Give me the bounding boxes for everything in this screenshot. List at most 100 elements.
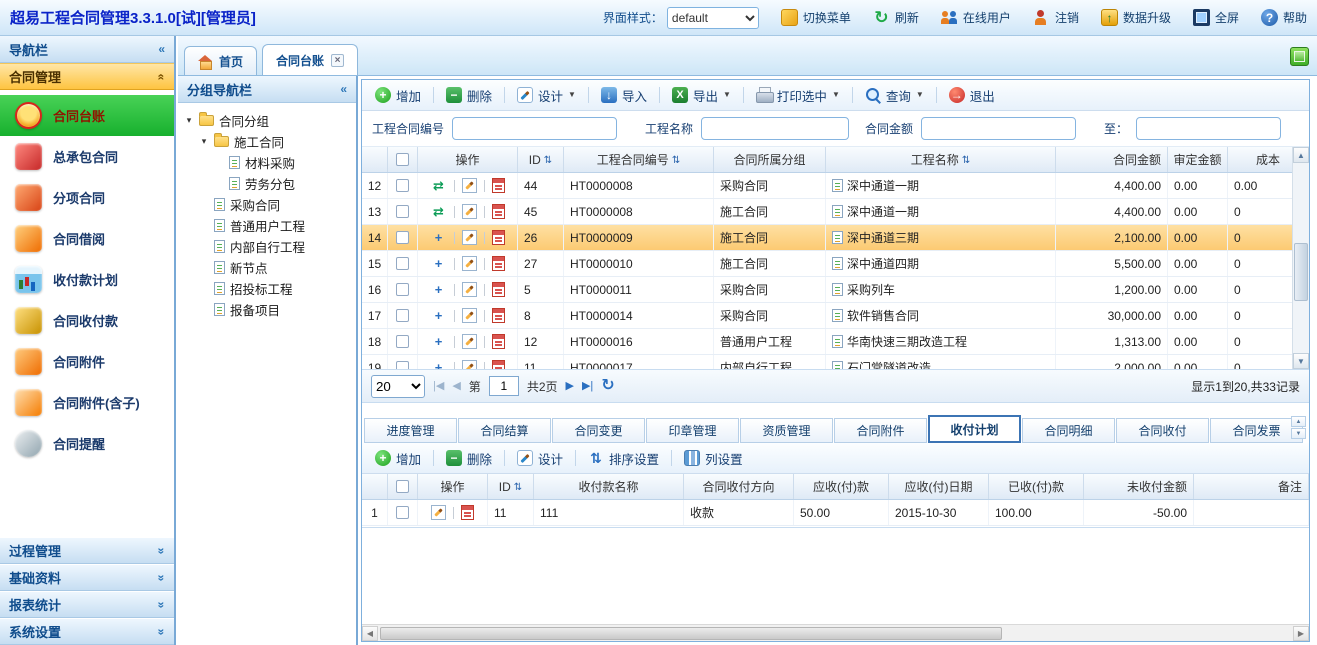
sidebar-item-contract-borrow[interactable]: 合同借阅 xyxy=(0,218,174,259)
style-select[interactable]: default xyxy=(667,7,759,29)
sidebar-item-general-contract[interactable]: 总承包合同 xyxy=(0,136,174,177)
hscroll-track[interactable] xyxy=(378,626,1293,641)
last-page-button[interactable] xyxy=(582,381,593,392)
delete-icon[interactable] xyxy=(492,308,505,323)
sub-add-button[interactable]: 增加 xyxy=(370,446,426,471)
amount-to-input[interactable] xyxy=(1136,117,1281,140)
tree-node[interactable]: 劳务分包 xyxy=(180,173,354,194)
group-nav-header[interactable]: 分组导航栏 xyxy=(178,76,356,103)
column-header-id[interactable]: ID xyxy=(488,474,534,499)
sub-tab-payment[interactable]: 合同收付 xyxy=(1116,418,1209,443)
edit-icon[interactable] xyxy=(462,308,477,323)
tree-node[interactable]: 内部自行工程 xyxy=(180,236,354,257)
edit-icon[interactable] xyxy=(462,256,477,271)
sub-design-button[interactable]: 设计 xyxy=(512,446,568,471)
tree-node[interactable]: 采购合同 xyxy=(180,194,354,215)
table-row[interactable]: 1426HT0000009施工合同深中通道三期2,100.000.000 xyxy=(362,225,1309,251)
sub-tab-invoice[interactable]: 合同发票 xyxy=(1210,418,1303,443)
hscroll-thumb[interactable] xyxy=(380,627,1002,640)
tree-node[interactable]: 施工合同 xyxy=(180,131,354,152)
sub-tab-attachment[interactable]: 合同附件 xyxy=(834,418,927,443)
tab-contract-ledger[interactable]: 合同台账 xyxy=(262,44,358,75)
logout-button[interactable]: 注销 xyxy=(1033,9,1079,26)
sub-tab-settlement[interactable]: 合同结算 xyxy=(458,418,551,443)
contract-no-input[interactable] xyxy=(452,117,617,140)
scrollbar-thumb[interactable] xyxy=(1294,243,1308,301)
sub-tab-detail[interactable]: 合同明细 xyxy=(1022,418,1115,443)
page-size-select[interactable]: 20 xyxy=(371,375,425,398)
scroll-left-button[interactable] xyxy=(362,626,378,641)
tree-node[interactable]: 合同分组 xyxy=(180,110,354,131)
sidebar-item-contract-attachment[interactable]: 合同附件 xyxy=(0,341,174,382)
column-header-payment-name[interactable]: 收付款名称 xyxy=(534,474,684,499)
first-page-button[interactable] xyxy=(433,381,444,392)
edit-icon[interactable] xyxy=(462,360,477,369)
project-name-input[interactable] xyxy=(701,117,849,140)
refresh-button[interactable]: 刷新 xyxy=(873,9,919,26)
column-header-note[interactable]: 备注 xyxy=(1194,474,1309,499)
sidebar-section-reports[interactable]: 报表统计 xyxy=(0,591,174,618)
sidebar-item-payment-plan[interactable]: 收付款计划 xyxy=(0,259,174,300)
delete-icon[interactable] xyxy=(461,505,474,520)
amount-from-input[interactable] xyxy=(921,117,1076,140)
add-child-icon[interactable] xyxy=(431,230,447,245)
sidebar-section-process[interactable]: 过程管理 xyxy=(0,537,174,564)
edit-icon[interactable] xyxy=(431,505,446,520)
select-all-checkbox[interactable] xyxy=(396,153,409,166)
print-selected-button[interactable]: 打印选中 xyxy=(751,83,845,108)
row-checkbox[interactable] xyxy=(396,361,409,369)
table-row[interactable]: 111111收款50.002015-10-30100.00-50.00 xyxy=(362,500,1309,526)
next-page-button[interactable] xyxy=(566,381,574,392)
edit-icon[interactable] xyxy=(462,334,477,349)
collapse-node-icon[interactable] xyxy=(199,136,209,147)
collapse-node-icon[interactable] xyxy=(184,115,194,126)
sub-tab-scroll-up[interactable] xyxy=(1291,416,1306,427)
delete-button[interactable]: 删除 xyxy=(441,83,497,108)
add-child-icon[interactable] xyxy=(431,308,447,323)
tree-node[interactable]: 材料采购 xyxy=(180,152,354,173)
table-row[interactable]: 1244HT0000008采购合同深中通道一期4,400.000.000.00 xyxy=(362,173,1309,199)
sub-tab-progress[interactable]: 进度管理 xyxy=(364,418,457,443)
delete-icon[interactable] xyxy=(492,230,505,245)
column-header-contract-no[interactable]: 工程合同编号 xyxy=(564,147,714,172)
sidebar-section-contract-management[interactable]: 合同管理 xyxy=(0,63,174,90)
table-row[interactable]: 1527HT0000010施工合同深中通道四期5,500.000.000 xyxy=(362,251,1309,277)
workflow-icon[interactable] xyxy=(431,204,447,219)
column-header-approved[interactable]: 审定金额 xyxy=(1168,147,1228,172)
sidebar-item-contract-reminder[interactable]: 合同提醒 xyxy=(0,423,174,464)
refresh-grid-button[interactable] xyxy=(601,378,614,394)
design-button[interactable]: 设计 xyxy=(512,83,581,108)
vertical-scrollbar[interactable] xyxy=(1292,147,1309,369)
edit-icon[interactable] xyxy=(462,204,477,219)
workflow-icon[interactable] xyxy=(431,178,447,193)
column-header-due-amount[interactable]: 应收(付)款 xyxy=(794,474,889,499)
table-row[interactable]: 178HT0000014采购合同软件销售合同30,000.000.000 xyxy=(362,303,1309,329)
prev-page-button[interactable] xyxy=(452,381,460,392)
delete-icon[interactable] xyxy=(492,282,505,297)
add-button[interactable]: 增加 xyxy=(370,83,426,108)
tree-node[interactable]: 招投标工程 xyxy=(180,278,354,299)
tree-node[interactable]: 普通用户工程 xyxy=(180,215,354,236)
add-child-icon[interactable] xyxy=(431,360,447,369)
delete-icon[interactable] xyxy=(492,178,505,193)
sidebar-section-basic-data[interactable]: 基础资料 xyxy=(0,564,174,591)
column-header-checkbox[interactable] xyxy=(388,474,418,499)
fullscreen-button[interactable]: 全屏 xyxy=(1193,9,1239,26)
table-row[interactable]: 1812HT0000016普通用户工程华南快速三期改造工程1,313.000.0… xyxy=(362,329,1309,355)
edit-icon[interactable] xyxy=(462,230,477,245)
column-header-id[interactable]: ID xyxy=(518,147,564,172)
online-users-button[interactable]: 在线用户 xyxy=(941,9,1011,26)
row-checkbox[interactable] xyxy=(396,179,409,192)
edit-icon[interactable] xyxy=(462,282,477,297)
column-header-ops[interactable]: 操作 xyxy=(418,147,518,172)
column-header-ops[interactable]: 操作 xyxy=(418,474,488,499)
delete-icon[interactable] xyxy=(492,204,505,219)
column-header-unpaid[interactable]: 未收付金额 xyxy=(1084,474,1194,499)
row-checkbox[interactable] xyxy=(396,205,409,218)
add-child-icon[interactable] xyxy=(431,334,447,349)
sub-tab-change[interactable]: 合同变更 xyxy=(552,418,645,443)
row-checkbox[interactable] xyxy=(396,335,409,348)
sidebar-item-contract-attachment-sub[interactable]: 合同附件(含子) xyxy=(0,382,174,423)
sidebar-item-contract-payment[interactable]: 合同收付款 xyxy=(0,300,174,341)
sub-tab-seal[interactable]: 印章管理 xyxy=(646,418,739,443)
